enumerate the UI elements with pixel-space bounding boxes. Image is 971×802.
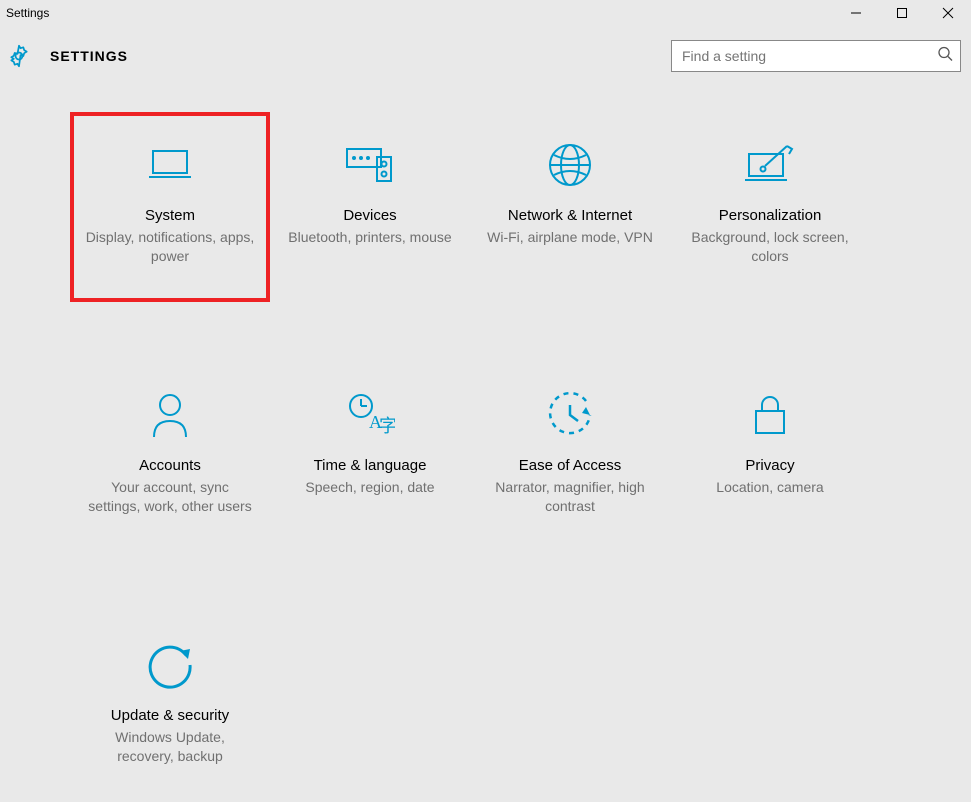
tile-update-security[interactable]: Update & security Windows Update, recove… [70, 612, 270, 802]
lock-icon [750, 387, 790, 443]
tile-desc: Narrator, magnifier, high contrast [485, 478, 655, 516]
tile-devices[interactable]: Devices Bluetooth, printers, mouse [270, 112, 470, 302]
tile-desc: Bluetooth, printers, mouse [288, 228, 451, 247]
tile-title: Devices [343, 207, 396, 224]
ease-of-access-icon [546, 387, 594, 443]
tile-system[interactable]: System Display, notifications, apps, pow… [70, 112, 270, 302]
gear-icon [6, 43, 32, 69]
page-title: SETTINGS [50, 48, 128, 64]
update-icon [146, 637, 194, 693]
tile-title: Network & Internet [508, 207, 632, 224]
devices-icon [343, 137, 397, 193]
personalization-icon [743, 137, 797, 193]
tile-desc: Display, notifications, apps, power [85, 228, 255, 266]
search-field-wrap [671, 40, 961, 72]
search-input[interactable] [671, 40, 961, 72]
tile-title: Privacy [745, 457, 794, 474]
tile-desc: Your account, sync settings, work, other… [85, 478, 255, 516]
tile-accounts[interactable]: Accounts Your account, sync settings, wo… [70, 362, 270, 552]
person-icon [148, 387, 192, 443]
tile-privacy[interactable]: Privacy Location, camera [670, 362, 870, 552]
tile-desc: Wi-Fi, airplane mode, VPN [487, 228, 653, 247]
search-icon [937, 46, 953, 67]
window-title: Settings [6, 6, 49, 20]
close-button[interactable] [925, 0, 971, 26]
settings-grid: System Display, notifications, apps, pow… [70, 112, 911, 802]
globe-icon [546, 137, 594, 193]
tile-desc: Location, camera [716, 478, 823, 497]
tile-title: Accounts [139, 457, 201, 474]
maximize-button[interactable] [879, 0, 925, 26]
tile-desc: Windows Update, recovery, backup [85, 728, 255, 766]
tile-title: Time & language [314, 457, 427, 474]
window-buttons [833, 0, 971, 26]
tile-personalization[interactable]: Personalization Background, lock screen,… [670, 112, 870, 302]
tile-desc: Background, lock screen, colors [685, 228, 855, 266]
time-language-icon: A 字 [345, 387, 395, 443]
tile-title: Ease of Access [519, 457, 622, 474]
display-icon [145, 137, 195, 193]
svg-text:字: 字 [379, 416, 395, 436]
header: SETTINGS [0, 26, 971, 82]
tile-title: Personalization [719, 207, 822, 224]
tile-desc: Speech, region, date [305, 478, 434, 497]
tile-time-language[interactable]: A 字 Time & language Speech, region, date [270, 362, 470, 552]
minimize-button[interactable] [833, 0, 879, 26]
tile-ease-of-access[interactable]: Ease of Access Narrator, magnifier, high… [470, 362, 670, 552]
title-bar: Settings [0, 0, 971, 26]
tile-title: System [145, 207, 195, 224]
tile-title: Update & security [111, 707, 229, 724]
tile-network[interactable]: Network & Internet Wi-Fi, airplane mode,… [470, 112, 670, 302]
